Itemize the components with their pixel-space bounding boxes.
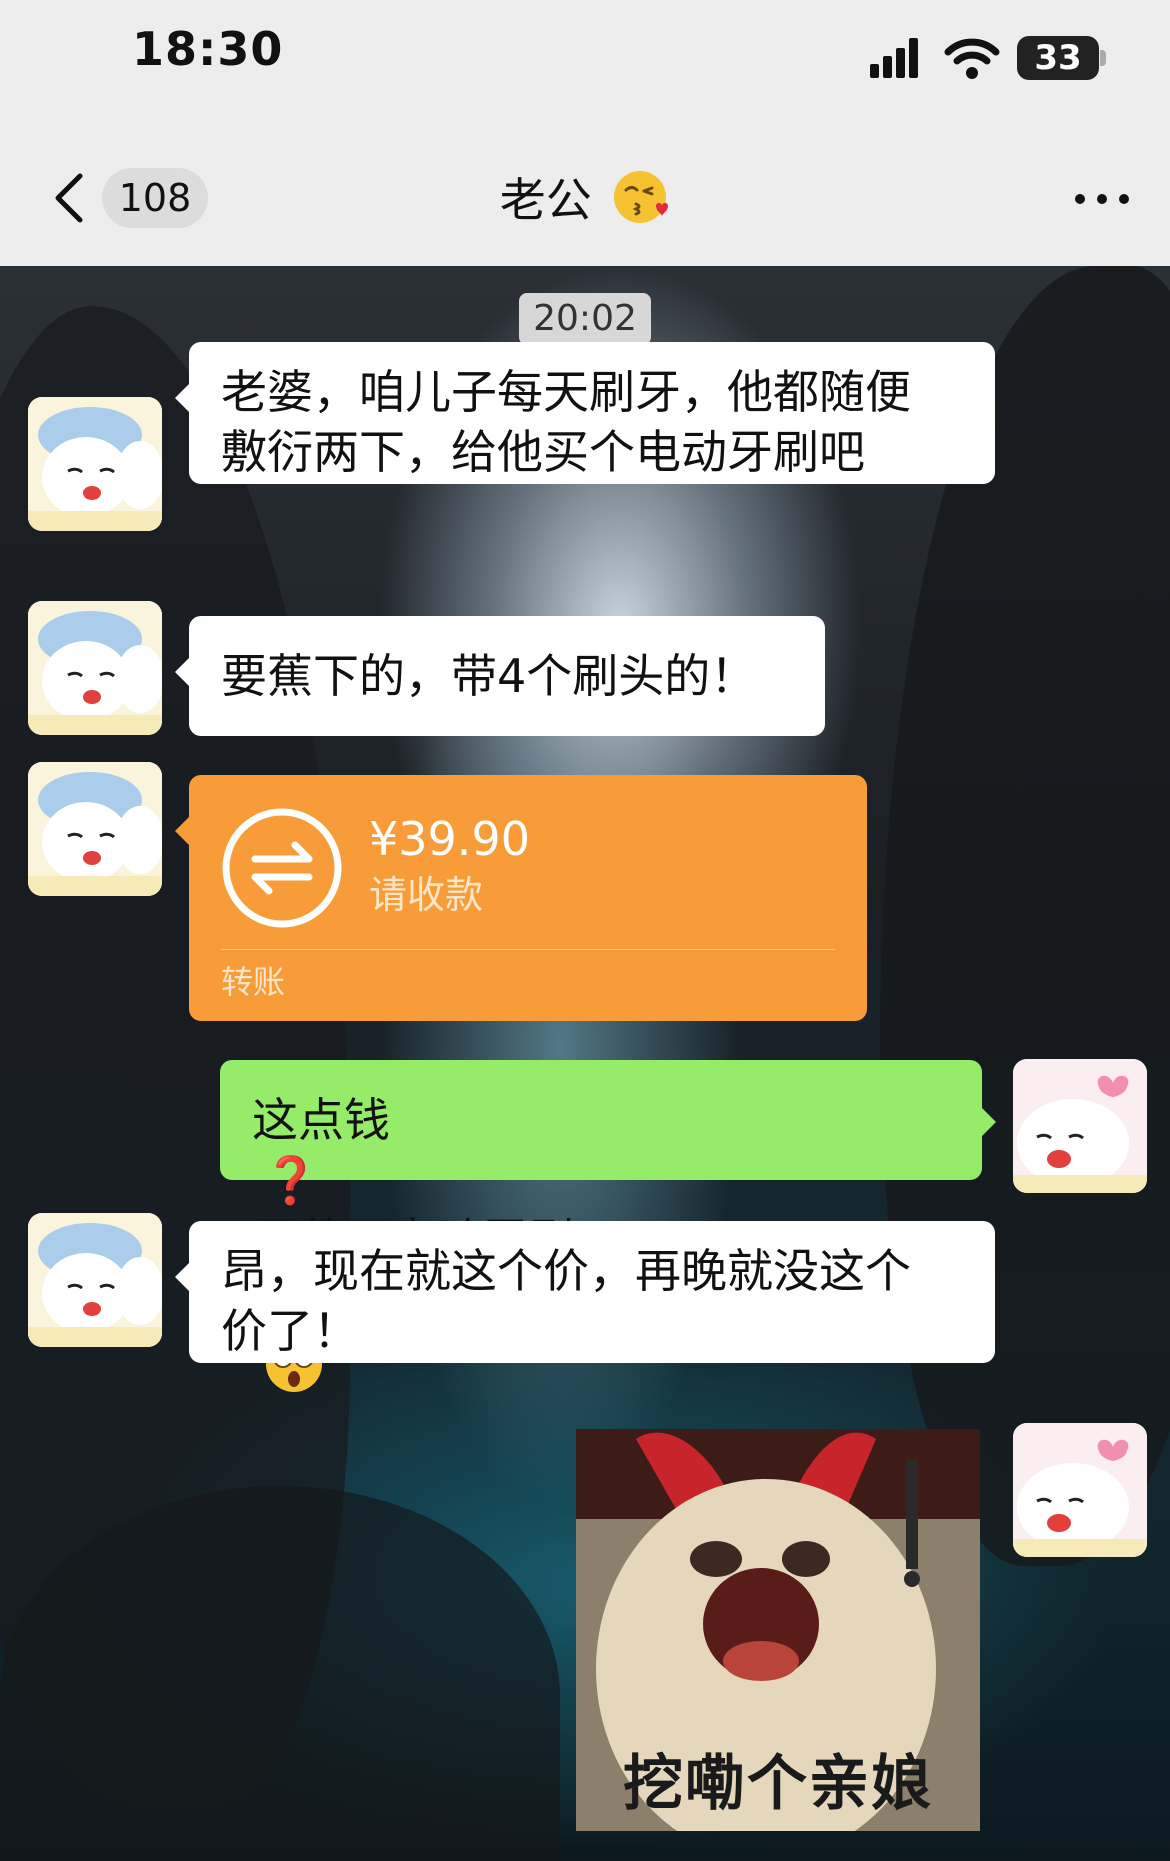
- wifi-icon: [944, 38, 1000, 79]
- message-text-line: 昂，现在就这个价，再晚就没这个: [221, 1244, 911, 1298]
- message-bubble-incoming[interactable]: 老婆，咱儿子每天刷牙，他都随便 敷衍两下，给他买个电动牙刷吧: [175, 342, 995, 484]
- sticker-image[interactable]: 挖嘞个亲娘: [576, 1429, 980, 1831]
- nav-bar: 108 老公: [0, 120, 1170, 266]
- message-text: 这点钱: [252, 1093, 390, 1147]
- transfer-divider: [221, 949, 835, 950]
- chat-title-text: 老公: [499, 173, 592, 227]
- chat-title: 老公: [0, 164, 1170, 230]
- message-bubble-incoming[interactable]: 要蕉下的，带4个刷头的！: [175, 616, 825, 736]
- message-text-line: 敷衍两下，给他买个电动牙刷吧: [221, 425, 865, 479]
- self-avatar[interactable]: [1013, 1059, 1147, 1193]
- signal-icon: [870, 38, 926, 78]
- kiss-emoji: [614, 171, 669, 223]
- self-avatar[interactable]: [1013, 1423, 1147, 1557]
- transfer-arrows-icon: [222, 808, 342, 928]
- message-text-line: 要蕉下的，带4个刷头的！: [221, 649, 757, 703]
- chat-area[interactable]: 20:02 老婆，咱儿子每天刷牙，他都随便 敷衍两下，给他买个电动牙刷吧 要蕉下…: [0, 266, 1170, 1861]
- transfer-amount: ¥39.90: [369, 812, 530, 866]
- message-timestamp: 20:02: [519, 293, 651, 345]
- more-icon[interactable]: [1072, 190, 1132, 208]
- status-bar: 18:30 33: [0, 0, 1170, 120]
- message-bubble-outgoing[interactable]: 这点钱❓买蕉下电动牙刷❓: [220, 1060, 996, 1392]
- transfer-label: 转账: [221, 963, 286, 1001]
- contact-avatar[interactable]: [28, 397, 162, 531]
- question-mark-emoji: ❓: [262, 1153, 320, 1207]
- message-bubble-incoming[interactable]: 昂，现在就这个价，再晚就没这个 价了！: [175, 1221, 995, 1363]
- contact-avatar[interactable]: [28, 762, 162, 896]
- battery-icon: 33: [1017, 36, 1099, 80]
- message-text-line: 价了！: [221, 1304, 359, 1358]
- transfer-card[interactable]: ¥39.90 请收款 转账: [175, 775, 867, 1021]
- message-text-line: 老婆，咱儿子每天刷牙，他都随便: [221, 365, 911, 419]
- sticker-caption: 挖嘞个亲娘: [623, 1749, 933, 1819]
- battery-tip: [1100, 50, 1106, 66]
- status-time: 18:30: [132, 22, 284, 76]
- transfer-status: 请收款: [369, 873, 484, 917]
- contact-avatar[interactable]: [28, 601, 162, 735]
- contact-avatar[interactable]: [28, 1213, 162, 1347]
